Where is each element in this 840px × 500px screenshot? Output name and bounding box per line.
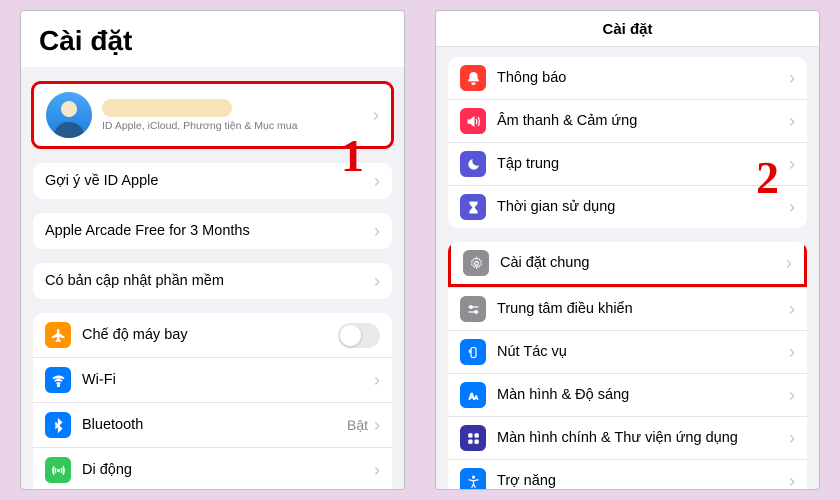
phone-left: Cài đặt ID Apple, iCloud, Phương tiện & … — [20, 10, 405, 490]
chevron-right-icon: › — [789, 386, 795, 404]
accessibility-icon — [460, 468, 486, 489]
hourglass-icon — [460, 194, 486, 220]
avatar — [46, 92, 92, 138]
sounds-row[interactable]: Âm thanh & Cảm ứng › — [448, 99, 807, 142]
bluetooth-icon — [45, 412, 71, 438]
chevron-right-icon: › — [789, 198, 795, 216]
display-row[interactable]: AA Màn hình & Độ sáng › — [448, 373, 807, 416]
account-subtitle: ID Apple, iCloud, Phương tiện & Mục mua — [102, 120, 373, 132]
step-number-1: 1 — [341, 129, 364, 182]
bluetooth-row[interactable]: Bluetooth Bật › — [33, 402, 392, 447]
airplane-toggle[interactable] — [338, 323, 380, 348]
home-screen-row[interactable]: Màn hình chính & Thư viện ứng dụng › — [448, 416, 807, 459]
page-title-large: Cài đặt — [21, 11, 404, 67]
chevron-right-icon: › — [374, 222, 380, 240]
chevron-right-icon: › — [374, 272, 380, 290]
grid-icon — [460, 425, 486, 451]
airplane-icon — [45, 322, 71, 348]
chevron-right-icon: › — [789, 300, 795, 318]
wifi-row[interactable]: Wi-Fi › — [33, 357, 392, 402]
apple-id-suggest-row[interactable]: Gợi ý về ID Apple › — [33, 163, 392, 199]
moon-icon — [460, 151, 486, 177]
action-button-row[interactable]: Nút Tác vụ › — [448, 330, 807, 373]
accessibility-row[interactable]: Trợ năng › — [448, 459, 807, 489]
speaker-icon — [460, 108, 486, 134]
page-title-small: Cài đặt — [436, 11, 819, 47]
text-size-icon: AA — [460, 382, 486, 408]
settings-screen-1: Cài đặt ID Apple, iCloud, Phương tiện & … — [21, 11, 404, 489]
chevron-right-icon: › — [789, 112, 795, 130]
bell-icon — [460, 65, 486, 91]
sliders-icon — [460, 296, 486, 322]
account-name-redacted — [102, 99, 232, 117]
control-center-row[interactable]: Trung tâm điều khiển › — [448, 287, 807, 330]
chevron-right-icon: › — [374, 461, 380, 479]
antenna-icon — [45, 457, 71, 483]
chevron-right-icon: › — [373, 106, 379, 124]
chevron-right-icon: › — [789, 343, 795, 361]
software-update-row[interactable]: Có bản cập nhật phần mềm › — [33, 263, 392, 299]
chevron-right-icon: › — [374, 172, 380, 190]
highlight-account: ID Apple, iCloud, Phương tiện & Mục mua … — [31, 81, 394, 149]
chevron-right-icon: › — [374, 371, 380, 389]
chevron-right-icon: › — [789, 429, 795, 447]
action-icon — [460, 339, 486, 365]
chevron-right-icon: › — [789, 155, 795, 173]
gear-icon — [463, 250, 489, 276]
general-row[interactable]: Cài đặt chung › — [448, 242, 807, 287]
step-number-2: 2 — [756, 151, 779, 204]
arcade-promo-row[interactable]: Apple Arcade Free for 3 Months › — [33, 213, 392, 249]
screentime-row[interactable]: Thời gian sử dụng › — [448, 185, 807, 228]
chevron-right-icon: › — [786, 254, 792, 272]
notifications-row[interactable]: Thông báo › — [448, 57, 807, 99]
chevron-right-icon: › — [374, 416, 380, 434]
cellular-row[interactable]: Di động › — [33, 447, 392, 489]
wifi-icon — [45, 367, 71, 393]
focus-row[interactable]: Tập trung › — [448, 142, 807, 185]
chevron-right-icon: › — [789, 69, 795, 87]
phone-right: Cài đặt Thông báo › Âm thanh & Cảm ứng › — [435, 10, 820, 490]
settings-screen-2: Cài đặt Thông báo › Âm thanh & Cảm ứng › — [436, 11, 819, 489]
chevron-right-icon: › — [789, 472, 795, 489]
apple-id-row[interactable]: ID Apple, iCloud, Phương tiện & Mục mua … — [34, 84, 391, 146]
svg-text:A: A — [474, 395, 478, 401]
airplane-mode-row[interactable]: Chế độ máy bay — [33, 313, 392, 357]
